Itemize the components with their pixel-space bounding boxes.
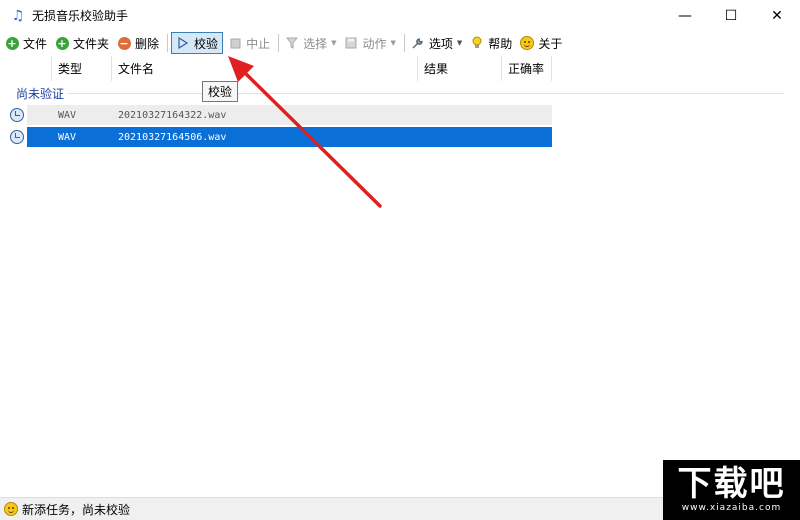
- file-list[interactable]: 类型 文件名 结果 正确率 尚未验证 WAV 20210327164322.wa…: [0, 56, 800, 497]
- clock-icon: [10, 108, 24, 122]
- toolbar-separator: [403, 34, 405, 52]
- delete-button[interactable]: − 删除: [114, 32, 162, 54]
- window-controls: — ☐ ✕: [662, 0, 800, 31]
- stop-button[interactable]: 中止: [225, 32, 273, 54]
- about-label: 关于: [538, 36, 563, 51]
- title-bar: ♫ 无损音乐校验助手 — ☐ ✕: [0, 0, 800, 31]
- action-label: 动作: [362, 36, 387, 51]
- filter-icon: [285, 36, 299, 50]
- play-icon: [176, 36, 190, 50]
- column-header-accuracy[interactable]: 正确率: [502, 56, 552, 81]
- verify-label: 校验: [194, 36, 219, 51]
- status-text: 新添任务，尚未校验: [22, 502, 131, 517]
- options-label: 选项: [428, 36, 453, 51]
- row-filename: 20210327164506.wav: [118, 131, 227, 143]
- row-type: WAV: [58, 109, 77, 121]
- column-header-icon[interactable]: [0, 56, 52, 81]
- add-folder-label: 文件夹: [73, 36, 110, 51]
- music-note-icon: ♫: [11, 7, 25, 24]
- add-file-label: 文件: [23, 36, 48, 51]
- add-file-icon: +: [5, 36, 19, 50]
- toolbar-separator: [167, 34, 169, 52]
- row-type: WAV: [58, 131, 77, 143]
- chevron-down-icon: ▼: [331, 39, 337, 47]
- clock-icon: [10, 130, 24, 144]
- window-title: 无损音乐校验助手: [32, 9, 129, 23]
- table-row[interactable]: WAV 20210327164322.wav: [27, 105, 552, 125]
- minimize-button[interactable]: —: [662, 0, 708, 31]
- row-filename: 20210327164322.wav: [118, 109, 227, 121]
- delete-icon: −: [117, 36, 131, 50]
- add-folder-icon: +: [55, 36, 69, 50]
- verify-button[interactable]: 校验: [171, 32, 224, 54]
- stop-label: 中止: [246, 36, 271, 51]
- column-header-type[interactable]: 类型: [52, 56, 112, 81]
- chevron-down-icon: ▼: [456, 39, 463, 47]
- help-label: 帮助: [488, 36, 513, 51]
- watermark-main: 下载吧: [677, 464, 786, 504]
- toolbar: + 文件 + 文件夹 − 删除 校验 中止 选择 ▼ 动作 ▼ 选项 ▼ 帮助 …: [0, 31, 800, 55]
- stop-icon: [228, 36, 242, 50]
- about-button[interactable]: 关于: [517, 32, 565, 54]
- select-dropdown[interactable]: 选择 ▼: [282, 32, 339, 54]
- action-dropdown[interactable]: 动作 ▼: [341, 32, 398, 54]
- smiley-icon: [520, 36, 535, 50]
- close-button[interactable]: ✕: [754, 0, 800, 31]
- help-button[interactable]: 帮助: [467, 32, 515, 54]
- maximize-button[interactable]: ☐: [708, 0, 754, 31]
- watermark-logo: 下载吧 www.xiazaiba.com: [663, 460, 800, 520]
- select-label: 选择: [303, 36, 328, 51]
- wrench-icon: [411, 36, 425, 50]
- watermark-url: www.xiazaiba.com: [681, 503, 782, 513]
- add-folder-button[interactable]: + 文件夹: [52, 32, 112, 54]
- group-label[interactable]: 尚未验证: [16, 85, 64, 102]
- lightbulb-icon: [470, 36, 484, 50]
- group-divider: [68, 93, 784, 94]
- delete-label: 删除: [135, 36, 160, 51]
- add-file-button[interactable]: + 文件: [2, 32, 50, 54]
- options-dropdown[interactable]: 选项 ▼: [408, 32, 465, 54]
- table-row[interactable]: WAV 20210327164506.wav: [27, 127, 552, 147]
- toolbar-separator: [278, 34, 280, 52]
- chevron-down-icon: ▼: [390, 39, 396, 47]
- column-header-filename[interactable]: 文件名: [112, 56, 418, 81]
- save-icon: [344, 36, 358, 50]
- verify-tooltip: 校验: [202, 81, 238, 102]
- smiley-icon: [4, 502, 18, 516]
- column-header-result[interactable]: 结果: [418, 56, 502, 81]
